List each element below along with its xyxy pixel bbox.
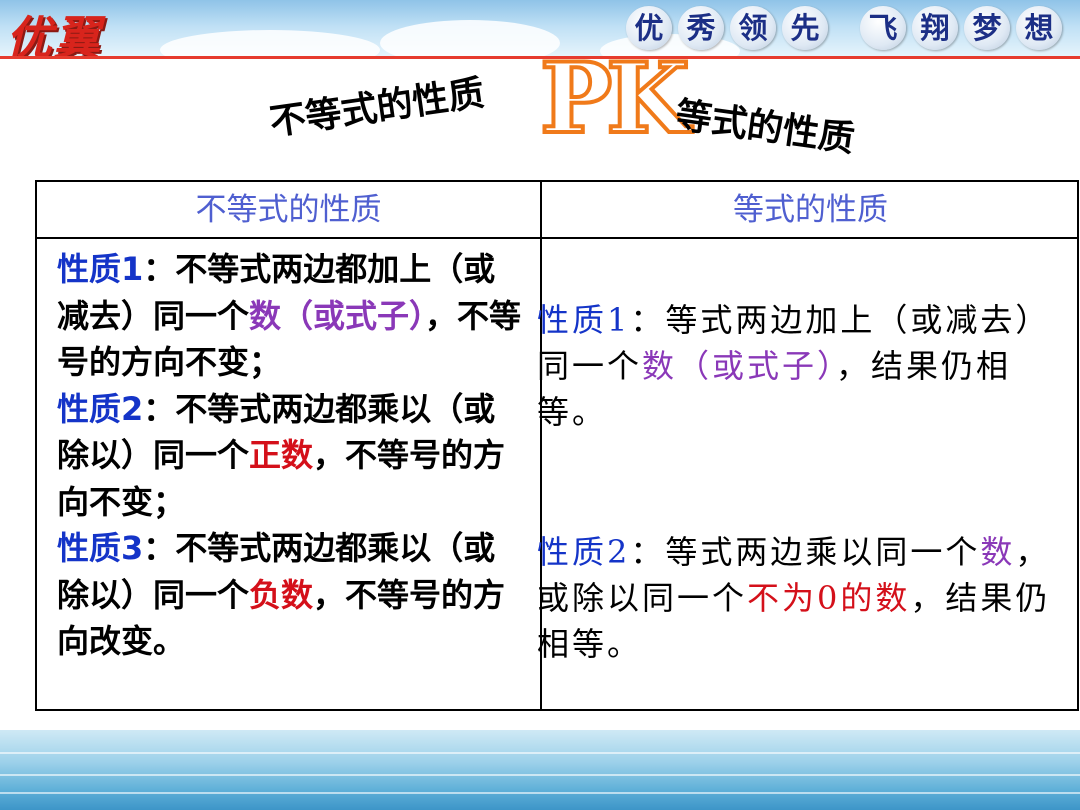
slogan: 优 秀 领 先 飞 翔 梦 想 <box>626 6 1062 50</box>
inequality-property-2: 性质2：不等式两边都乘以（或除以）同一个正数，不等号的方向不变； <box>57 386 527 526</box>
property-label: 性质1 <box>537 301 631 339</box>
slogan-char: 先 <box>782 6 828 50</box>
header-inequality: 不等式的性质 <box>195 192 382 228</box>
table-header-divider <box>37 237 1077 239</box>
highlight-expression: 数（或式子） <box>249 296 426 335</box>
equality-property-1: 性质1：等式两边加上（或减去）同一个数（或式子），结果仍相等。 <box>537 297 1077 435</box>
comparison-table: 不等式的性质 等式的性质 性质1：不等式两边都加上（或减去）同一个数（或式子），… <box>35 180 1079 711</box>
title-inequality: 不等式的性质 <box>267 72 487 144</box>
header-equality: 等式的性质 <box>733 192 888 228</box>
sea-background <box>0 730 1080 810</box>
property-label: 性质2 <box>537 533 631 571</box>
cloud-decoration <box>160 30 380 58</box>
title-equality: 等式的性质 <box>673 94 858 161</box>
slogan-char: 领 <box>730 6 776 50</box>
slogan-gap <box>834 6 854 50</box>
property-label: 性质2 <box>57 389 144 428</box>
property-label: 性质1 <box>57 250 144 288</box>
inequality-properties: 性质1：不等式两边都加上（或减去）同一个数（或式子），不等号的方向不变； 性质2… <box>57 246 527 665</box>
highlight-nonzero: 不为0的数 <box>747 579 911 617</box>
brand-logo: 优翼 <box>6 11 102 58</box>
wave-line <box>0 792 1080 794</box>
highlight-positive: 正数 <box>249 436 314 474</box>
slogan-char: 秀 <box>678 6 724 50</box>
highlight-negative: 负数 <box>249 575 314 614</box>
inequality-property-3: 性质3：不等式两边都乘以（或除以）同一个负数，不等号的方向改变。 <box>57 525 527 665</box>
slogan-char: 翔 <box>912 6 958 50</box>
slogan-char: 想 <box>1016 6 1062 50</box>
highlight-number: 数 <box>980 533 1016 571</box>
slogan-char: 飞 <box>860 6 906 50</box>
cloud-decoration <box>380 20 560 58</box>
property-text: ：等式两边乘以同一个 <box>630 533 981 571</box>
inequality-property-1: 性质1：不等式两边都加上（或减去）同一个数（或式子），不等号的方向不变； <box>57 246 527 386</box>
equality-property-2: 性质2：等式两边乘以同一个数，或除以同一个不为0的数，结果仍相等。 <box>537 529 1077 667</box>
highlight-expression: 数（或式子） <box>642 347 837 385</box>
slogan-char: 梦 <box>964 6 1010 50</box>
wave-line <box>0 774 1080 776</box>
property-label: 性质3 <box>57 529 144 567</box>
title-pk: PK <box>538 42 692 156</box>
wave-line <box>0 752 1080 754</box>
